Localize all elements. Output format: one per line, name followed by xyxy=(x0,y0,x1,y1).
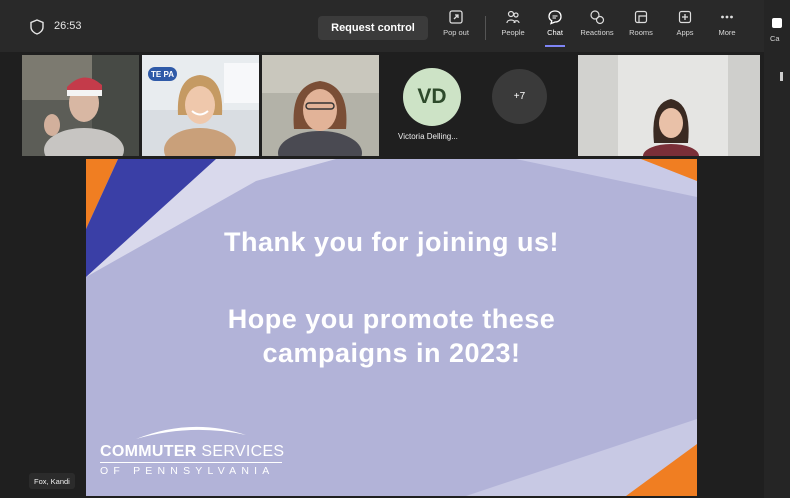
participant-1-image xyxy=(22,55,139,156)
participant-video-2[interactable]: TE PA xyxy=(142,55,259,156)
logo-swoosh xyxy=(136,426,246,439)
more-icon xyxy=(721,15,733,19)
meeting-timer: 26:53 xyxy=(54,20,82,32)
people-icon xyxy=(506,10,520,24)
camera-icon[interactable] xyxy=(772,18,782,28)
chat-active-indicator xyxy=(545,45,565,47)
chat-label: Chat xyxy=(547,28,563,37)
panel-edge-mark xyxy=(780,72,783,81)
slide-message: Hope you promote these campaigns in 2023… xyxy=(86,302,697,370)
reactions-button[interactable]: Reactions xyxy=(577,9,617,45)
camera-panel: Ca xyxy=(764,0,790,498)
pop-out-button[interactable]: Pop out xyxy=(436,9,476,45)
chat-icon xyxy=(548,10,562,25)
participant-video-3[interactable] xyxy=(262,55,379,156)
participant-avatar[interactable]: VD xyxy=(403,68,461,126)
rooms-label: Rooms xyxy=(629,28,653,37)
apps-icon xyxy=(678,10,692,24)
logo-title-thin: SERVICES xyxy=(201,443,285,460)
meeting-toolbar: 26:53 Request control Pop out People Cha… xyxy=(0,0,790,52)
rooms-icon xyxy=(634,10,648,24)
toolbar-divider xyxy=(485,16,486,40)
pop-out-label: Pop out xyxy=(443,28,469,37)
more-label: More xyxy=(718,28,736,37)
request-control-button[interactable]: Request control xyxy=(318,16,428,40)
logo-rule xyxy=(100,462,282,463)
more-button[interactable]: More xyxy=(707,9,747,45)
slide-message-line-1: Hope you promote these xyxy=(227,304,556,334)
participant-video-4[interactable] xyxy=(578,55,760,156)
more-participants-button[interactable]: +7 xyxy=(492,69,547,124)
apps-button[interactable]: Apps xyxy=(665,9,705,45)
presenter-name-tag: Fox, Kandi xyxy=(29,473,75,489)
participant-avatar-name: Victoria Delling... xyxy=(398,132,458,141)
slide-message-line-2: campaigns in 2023! xyxy=(262,338,521,368)
shield-icon xyxy=(30,19,44,35)
shared-slide: Thank you for joining us! Hope you promo… xyxy=(86,159,697,496)
tile-badge: TE PA xyxy=(148,67,177,81)
participant-3-image xyxy=(262,55,379,156)
commuter-services-logo: COMMUTER SERVICES OF PENNSYLVANIA xyxy=(100,421,300,481)
rooms-button[interactable]: Rooms xyxy=(621,9,661,45)
participant-4-image xyxy=(578,55,760,156)
people-button[interactable]: People xyxy=(493,9,533,45)
camera-label: Ca xyxy=(770,34,780,43)
reactions-icon xyxy=(590,10,605,25)
logo-subtitle: OF PENNSYLVANIA xyxy=(100,465,275,477)
logo-title-bold: COMMUTER xyxy=(100,443,197,460)
pop-out-icon xyxy=(449,10,463,24)
slide-heading: Thank you for joining us! xyxy=(224,227,559,257)
people-label: People xyxy=(501,28,525,37)
participant-video-1[interactable] xyxy=(22,55,139,156)
reactions-label: Reactions xyxy=(580,28,614,37)
logo-title: COMMUTER SERVICES xyxy=(100,443,284,461)
chat-button[interactable]: Chat xyxy=(535,9,575,47)
apps-label: Apps xyxy=(676,28,694,37)
